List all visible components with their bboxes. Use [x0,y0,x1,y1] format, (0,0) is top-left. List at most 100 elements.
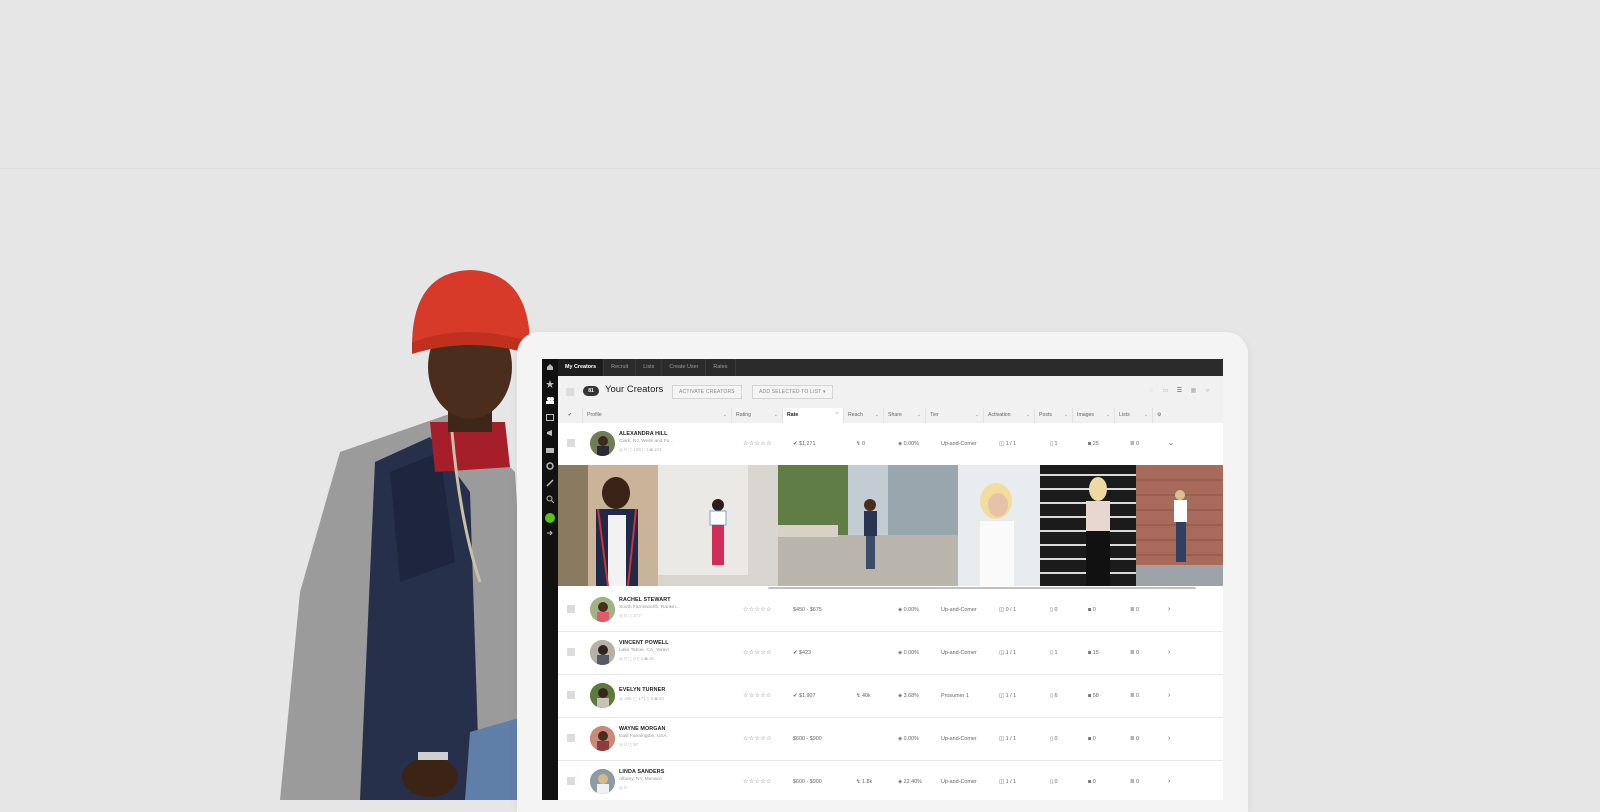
creator-location: Lake Tahoe, CA, Yeravi [619,648,669,653]
logout-icon[interactable] [546,529,554,537]
activation-cell: ◫ 1 / 1 [999,441,1017,447]
table-row[interactable]: WAYNE MORGAN East Farmington, USA ◎ 0 ◻ … [558,718,1223,761]
column-rate[interactable]: Rate ⌃ [782,408,843,423]
row-checkbox[interactable] [567,777,575,785]
calendar-icon[interactable] [546,413,554,421]
rate-cell: $600 - $900 [793,779,822,785]
chevron-down-icon: ⌄ [722,412,727,418]
column-settings-gear-icon[interactable]: ⚙ [1152,408,1182,423]
table-row[interactable]: LINDA SANDERS Albany, NY, Monaco ◎ 0 ☆☆☆… [558,761,1223,800]
share-cell: ◈ 0.00% [898,736,919,742]
reach-cell: ↯ 40k [856,693,871,699]
home-icon[interactable] [546,363,554,371]
posts-cell: ▯ 0 [1050,607,1058,613]
expand-chevron-icon[interactable]: ⌄ [1168,423,1174,465]
creator-photo[interactable] [1136,465,1223,586]
chevron-right-icon[interactable]: › [1168,632,1170,674]
select-all-checkbox[interactable] [566,388,574,396]
creator-photo[interactable] [558,465,658,586]
chevron-down-icon: ⌄ [1025,412,1030,418]
share-cell: ◈ 22.40% [898,779,922,785]
tab-lists[interactable]: Lists [636,359,663,376]
column-activation[interactable]: Activation ⌄ [983,408,1034,423]
tab-rates[interactable]: Rates [706,359,736,376]
creator-photo[interactable] [1040,465,1136,586]
activate-creators-button[interactable]: ACTIVATE CREATORS [672,385,742,399]
column-share[interactable]: Share ⌄ [883,408,925,423]
check-column-icon[interactable]: ✔ [558,408,582,423]
column-images[interactable]: Images ⌄ [1072,408,1114,423]
activation-cell: ◫ 0 / 1 [999,607,1017,613]
column-profile[interactable]: Profile ⌄ [582,408,731,423]
column-lists[interactable]: Lists ⌄ [1114,408,1152,423]
add-to-list-button[interactable]: ADD SELECTED TO LIST ▾ [752,385,833,399]
row-checkbox[interactable] [567,691,575,699]
mail-icon[interactable] [546,446,554,454]
table-row[interactable]: RACHEL STEWART South Farmsworth, Rankin.… [558,589,1223,632]
rating-stars[interactable]: ☆☆☆☆☆ [743,718,772,760]
creator-photo[interactable] [778,465,958,586]
chevron-down-icon: ⌄ [1105,412,1110,418]
rating-stars[interactable]: ☆☆☆☆☆ [743,675,772,717]
tier-cell: Up-and-Comer [941,607,977,613]
grid-view-icon[interactable]: ▦ [1190,388,1197,394]
row-checkbox[interactable] [567,439,575,447]
users-icon[interactable] [546,396,554,404]
megaphone-icon[interactable] [546,429,554,437]
creator-name[interactable]: RACHEL STEWART [619,597,671,603]
link-icon[interactable] [546,479,554,487]
images-cell: ◙ 0 [1088,779,1096,785]
column-reach[interactable]: Reach ⌄ [843,408,883,423]
table-row[interactable]: EVELYN TURNER ◎ 40k ◻ 171 ▯ 6 ◙ 58 ☆☆☆☆☆… [558,675,1223,718]
row-checkbox[interactable] [567,605,575,613]
creator-photo[interactable] [658,465,778,586]
tier-cell: Up-and-Comer [941,736,977,742]
tab-recruit[interactable]: Recruit [604,359,637,376]
search-icon[interactable] [546,495,554,503]
lists-cell: ≣ 0 [1130,736,1140,742]
chevron-down-icon: ⌄ [916,412,921,418]
column-posts[interactable]: Posts ⌄ [1034,408,1072,423]
creator-name[interactable]: WAYNE MORGAN [619,726,666,732]
activation-cell: ◫ 1 / 1 [999,650,1017,656]
chevron-right-icon[interactable]: › [1168,718,1170,760]
row-checkbox[interactable] [567,648,575,656]
column-rating[interactable]: Rating ⌄ [731,408,782,423]
column-tier[interactable]: Tier ⌄ [925,408,983,423]
status-online-icon[interactable] [545,513,555,523]
chevron-right-icon[interactable]: › [1168,675,1170,717]
tab-create-user[interactable]: Create User [662,359,707,376]
creator-location: Clark, NJ, Wells and Fu... [619,439,674,444]
chevron-down-icon: ⌄ [1063,412,1068,418]
list-view-icon[interactable]: ☰ [1176,388,1183,394]
tier-cell: Up-and-Comer [941,441,977,447]
tab-my-creators[interactable]: My Creators [558,359,605,376]
rating-stars[interactable]: ☆☆☆☆☆ [743,423,772,465]
tag-icon[interactable]: ◌ [1148,388,1155,394]
chevron-right-icon[interactable]: › [1168,589,1170,631]
chevron-right-icon[interactable]: › [1168,761,1170,800]
table-row[interactable]: VINCENT POWELL Lake Tahoe, CA, Yeravi ◎ … [558,632,1223,675]
creator-name[interactable]: LINDA SANDERS [619,769,664,775]
creator-stats: ◎ 0 ◻ 125 ▯ 1 ◙ 103 [619,447,662,452]
table-row[interactable]: ALEXANDRA HILL Clark, NJ, Wells and Fu..… [558,423,1223,466]
star-icon[interactable] [546,380,554,388]
search-icon[interactable]: ⌕ [1204,388,1211,394]
row-checkbox[interactable] [567,734,575,742]
rate-cell: ✔ $423 [793,650,812,656]
creator-name[interactable]: ALEXANDRA HILL [619,431,668,437]
lists-cell: ≣ 0 [1130,650,1140,656]
images-cell: ◙ 25 [1088,441,1099,447]
column-label: Images [1077,412,1095,418]
creator-photo[interactable] [958,465,1040,586]
rating-stars[interactable]: ☆☆☆☆☆ [743,761,772,800]
creator-location: Albany, NY, Monaco [619,777,662,782]
card-view-icon[interactable]: ▭ [1162,388,1169,394]
gear-icon[interactable] [546,462,554,470]
rating-stars[interactable]: ☆☆☆☆☆ [743,589,772,631]
creator-name[interactable]: EVELYN TURNER [619,687,665,693]
column-label: Profile [587,412,602,418]
rating-stars[interactable]: ☆☆☆☆☆ [743,632,772,674]
creator-name[interactable]: VINCENT POWELL [619,640,669,646]
rate-cell: ✔ $1,271 [793,441,816,447]
